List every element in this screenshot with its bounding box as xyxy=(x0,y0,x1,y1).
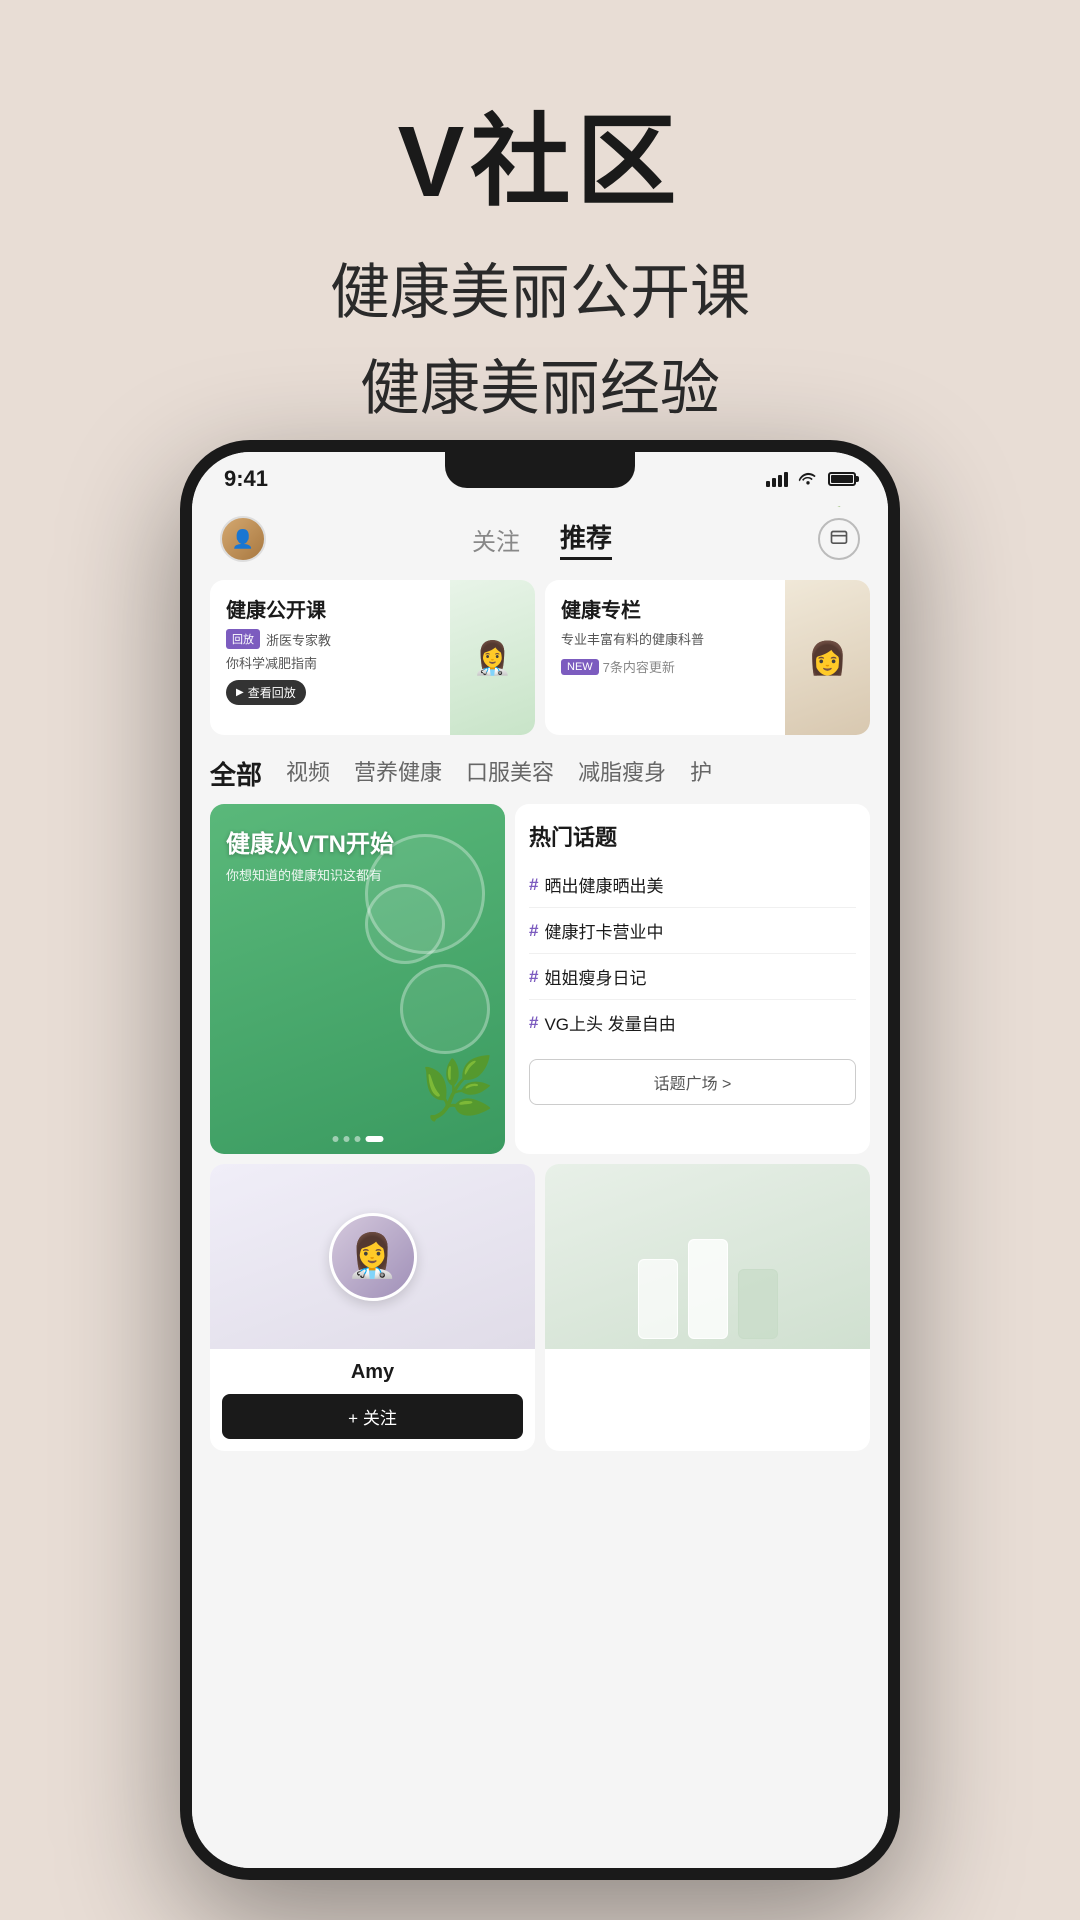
topic-item-2[interactable]: # 健康打卡营业中 xyxy=(529,908,856,954)
wifi-icon xyxy=(798,469,818,490)
banner-card[interactable]: 🌿 健康从VTN开始 你想知道的健康知识这都有 xyxy=(210,804,505,1154)
topic-text-1: 晒出健康晒出美 xyxy=(544,872,663,897)
phone-screen: 9:41 xyxy=(192,452,888,1868)
subtitle-line2: 健康美丽经验 xyxy=(60,341,1020,437)
main-grid: 🌿 健康从VTN开始 你想知道的健康知识这都有 xyxy=(192,804,888,1154)
topic-hash-4: # xyxy=(529,1013,538,1033)
topic-text-3: 姐姐瘦身日记 xyxy=(544,964,646,989)
product-card[interactable]: 🌿 xyxy=(545,1164,870,1451)
promo-card2-desc: 专业丰富有料的健康科普 xyxy=(561,631,722,649)
banner-dots xyxy=(332,1136,383,1142)
product-card-image: 🌿 xyxy=(545,1164,870,1349)
nav-tabs: 关注 推荐 xyxy=(266,518,818,560)
nav-tab-recommend[interactable]: 推荐 xyxy=(560,518,612,560)
hot-topics-card: 热门话题 # 晒出健康晒出美 # 健康打卡营业中 # 姐姐瘦身日记 xyxy=(515,804,870,1154)
promo-section: 健康公开课 回放 浙医专家教 你科学减肥指南 ▶ 查看回放 👩‍⚕️ xyxy=(192,572,888,743)
notch xyxy=(445,452,635,488)
cat-tab-nutrition[interactable]: 营养健康 xyxy=(354,755,442,792)
subtitle-line1: 健康美丽公开课 xyxy=(60,245,1020,341)
status-time: 9:41 xyxy=(224,466,268,492)
user-card-amy[interactable]: 👩‍⚕️ Amy + 关注 xyxy=(210,1164,535,1451)
promo-card1-action[interactable]: ▶ 查看回放 xyxy=(226,680,306,705)
nav-tab-follow[interactable]: 关注 xyxy=(472,522,520,557)
cat-tab-more[interactable]: 护 xyxy=(690,755,712,792)
user-card-amy-image: 👩‍⚕️ xyxy=(210,1164,535,1349)
nav-bar: 👤 关注 推荐 xyxy=(192,506,888,572)
topic-item-4[interactable]: # VG上头 发量自由 xyxy=(529,1000,856,1045)
status-icons xyxy=(766,469,856,490)
banner-title: 健康从VTN开始 xyxy=(226,824,394,859)
promo-card-2[interactable]: 健康专栏 专业丰富有料的健康科普 NEW 7条内容更新 👩 xyxy=(545,580,870,735)
topic-hash-2: # xyxy=(529,921,538,941)
cat-tab-video[interactable]: 视频 xyxy=(286,755,330,792)
amy-avatar: 👩‍⚕️ xyxy=(329,1213,417,1301)
promo-card1-desc1: 浙医专家教 xyxy=(266,630,331,649)
topic-hash-1: # xyxy=(529,875,538,895)
page-header: V社区 健康美丽公开课 健康美丽经验 xyxy=(0,0,1080,477)
topic-text-4: VG上头 发量自由 xyxy=(544,1010,675,1035)
page-title: V社区 xyxy=(60,80,1020,225)
topic-item-1[interactable]: # 晒出健康晒出美 xyxy=(529,862,856,908)
promo-card2-figure: 👩 xyxy=(785,580,870,735)
promo-card1-badge: 回放 xyxy=(226,629,260,649)
topic-plaza-button[interactable]: 话题广场 > xyxy=(529,1059,856,1105)
promo-card1-figure: 👩‍⚕️ xyxy=(450,580,535,735)
cat-tab-all[interactable]: 全部 xyxy=(210,755,262,792)
promo-card-1[interactable]: 健康公开课 回放 浙医专家教 你科学减肥指南 ▶ 查看回放 👩‍⚕️ xyxy=(210,580,535,735)
amy-name: Amy xyxy=(222,1361,523,1384)
topic-text-2: 健康打卡营业中 xyxy=(544,918,663,943)
banner-plant: 🌿 xyxy=(420,1053,495,1124)
nav-avatar[interactable]: 👤 xyxy=(220,516,266,562)
user-cards-section: 👩‍⚕️ Amy + 关注 xyxy=(192,1154,888,1461)
promo-card2-badge: NEW xyxy=(561,659,599,675)
user-card-amy-info: Amy + 关注 xyxy=(210,1349,535,1451)
banner-subtitle: 你想知道的健康知识这都有 xyxy=(226,865,394,884)
cat-tab-oral-beauty[interactable]: 口服美容 xyxy=(466,755,554,792)
topic-item-3[interactable]: # 姐姐瘦身日记 xyxy=(529,954,856,1000)
phone-mockup: 9:41 xyxy=(180,440,900,1880)
nav-message-button[interactable] xyxy=(818,518,860,560)
page-subtitle: 健康美丽公开课 健康美丽经验 xyxy=(60,245,1020,437)
app-content: 👤 关注 推荐 健康公开课 回放 xyxy=(192,506,888,1868)
cat-tab-weight-loss[interactable]: 减脂瘦身 xyxy=(578,755,666,792)
amy-follow-button[interactable]: + 关注 xyxy=(222,1394,523,1439)
topic-hash-3: # xyxy=(529,967,538,987)
promo-card2-update: 7条内容更新 xyxy=(603,657,675,676)
battery-icon xyxy=(828,472,856,486)
banner-content: 健康从VTN开始 你想知道的健康知识这都有 xyxy=(226,824,394,884)
page-background: V社区 健康美丽公开课 健康美丽经验 9:41 xyxy=(0,0,1080,1920)
signal-icon xyxy=(766,471,788,487)
category-tabs: 全部 视频 营养健康 口服美容 减脂瘦身 护 xyxy=(192,743,888,804)
hot-topics-title: 热门话题 xyxy=(529,820,856,852)
